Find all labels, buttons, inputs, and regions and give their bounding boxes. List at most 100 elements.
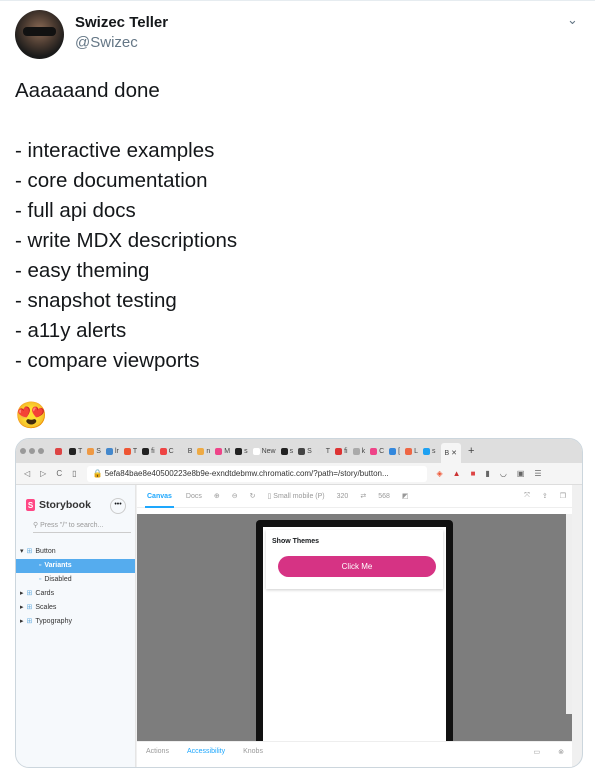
browser-tab[interactable]: [ bbox=[387, 443, 402, 459]
address-bar-row: ◁ ▷ C ▯ 🔒 5efa84bae8e40500223e8b9e-exndt… bbox=[16, 463, 582, 485]
expand-arrow-icon: ▸ bbox=[20, 618, 24, 625]
tab-knobs[interactable]: Knobs bbox=[243, 748, 263, 755]
browser-tab[interactable]: n bbox=[195, 443, 212, 459]
browser-tab[interactable]: T bbox=[67, 443, 84, 459]
reload-icon[interactable]: C bbox=[56, 469, 62, 478]
forward-icon[interactable]: ▷ bbox=[40, 469, 46, 478]
favicon-icon bbox=[389, 447, 397, 455]
viewport-select[interactable]: ▯ Small mobile (P) bbox=[267, 492, 324, 500]
favicon-icon bbox=[55, 447, 62, 455]
tab-accessibility[interactable]: Accessibility bbox=[187, 748, 225, 755]
tree-item[interactable]: ▸ ⊞ Scales bbox=[16, 601, 135, 615]
extension-icon[interactable]: ▲ bbox=[453, 469, 461, 478]
favicon-icon bbox=[197, 447, 205, 455]
browser-tab[interactable]: C bbox=[158, 443, 176, 459]
extension-icon[interactable]: ■ bbox=[471, 469, 476, 478]
device-screen: Show Themes Click Me bbox=[263, 527, 446, 760]
browser-tab[interactable]: s bbox=[421, 443, 438, 459]
author-handle[interactable]: @Swizec bbox=[75, 34, 138, 51]
tree-item[interactable]: ▫ Variants bbox=[16, 559, 135, 573]
fullscreen-icon[interactable]: ⤧ bbox=[524, 492, 530, 500]
browser-tab[interactable]: M bbox=[213, 443, 232, 459]
favicon-icon bbox=[69, 447, 76, 455]
favicon-icon bbox=[405, 447, 413, 455]
background-icon[interactable]: ◩ bbox=[402, 492, 409, 500]
viewport-height[interactable]: 568 bbox=[378, 493, 390, 500]
favicon-icon bbox=[352, 447, 360, 455]
theme-card: Show Themes Click Me bbox=[266, 530, 443, 589]
browser-tab[interactable]: s bbox=[233, 443, 250, 459]
storybook-main: Canvas Docs ⊕ ⊖ ↻ ▯ Small mobile (P) 320… bbox=[137, 485, 572, 767]
browser-tab[interactable] bbox=[53, 443, 66, 459]
avatar[interactable] bbox=[15, 10, 64, 59]
browser-tab[interactable]: S bbox=[296, 443, 314, 459]
browser-tab[interactable]: S bbox=[85, 443, 103, 459]
favicon-icon bbox=[215, 447, 223, 455]
tree-item[interactable]: ▾ ⊞ Button bbox=[16, 545, 135, 559]
attached-screenshot[interactable]: T Slr Tfi C Bn Ms New s S Tfi k C[Ls B ✕ + ◁ ▷ C ▯ … bbox=[15, 438, 583, 768]
share-icon[interactable]: ⇪ bbox=[542, 492, 548, 500]
browser-tab[interactable]: k bbox=[351, 443, 368, 459]
device-frame: Show Themes Click Me bbox=[256, 520, 453, 760]
favicon-icon bbox=[105, 447, 113, 455]
close-panel-icon[interactable]: ⊗ bbox=[558, 748, 564, 756]
browser-tab[interactable]: lr bbox=[104, 443, 121, 459]
more-button[interactable]: ••• bbox=[110, 498, 126, 514]
new-tab-button[interactable]: + bbox=[468, 445, 474, 457]
browser-tab[interactable]: s bbox=[279, 443, 296, 459]
bookmark-icon[interactable]: ▯ bbox=[72, 469, 76, 478]
tab-canvas[interactable]: Canvas bbox=[145, 485, 174, 508]
show-themes-label[interactable]: Show Themes bbox=[272, 538, 437, 545]
browser-tab[interactable]: T bbox=[315, 443, 332, 459]
chevron-down-icon[interactable]: ⌄ bbox=[567, 12, 578, 28]
browser-tab[interactable]: fi bbox=[140, 443, 157, 459]
copy-icon[interactable]: ❐ bbox=[560, 492, 566, 500]
zoom-reset-icon[interactable]: ↻ bbox=[250, 492, 256, 500]
component-icon: ⊞ bbox=[26, 548, 33, 555]
tab-actions[interactable]: Actions bbox=[146, 748, 169, 755]
tweet-text: Aaaaaand done - interactive examples - c… bbox=[15, 79, 238, 372]
expand-arrow-icon: ▸ bbox=[20, 604, 24, 611]
brave-shield-icon[interactable]: ◈ bbox=[437, 469, 443, 478]
author-name[interactable]: Swizec Teller bbox=[75, 14, 168, 31]
tab-docs[interactable]: Docs bbox=[186, 493, 202, 500]
active-tab[interactable]: B ✕ bbox=[440, 443, 462, 463]
click-me-button[interactable]: Click Me bbox=[278, 556, 436, 577]
browser-tab[interactable]: New bbox=[251, 443, 278, 459]
storybook-s-icon: S bbox=[26, 499, 35, 511]
browser-tab[interactable]: L bbox=[403, 443, 420, 459]
zoom-out-icon[interactable]: ⊖ bbox=[232, 492, 238, 500]
browser-tab[interactable]: T bbox=[122, 443, 139, 459]
pocket-icon[interactable]: ◡ bbox=[500, 469, 507, 478]
tree-item[interactable]: ▸ ⊞ Typography bbox=[16, 615, 135, 629]
menu-icon[interactable]: ☰ bbox=[534, 469, 541, 478]
favicon-icon bbox=[335, 447, 343, 455]
favicon-icon bbox=[370, 447, 378, 455]
extension-icon[interactable]: ▣ bbox=[517, 469, 525, 478]
storybook-logo[interactable]: S Storybook bbox=[26, 499, 91, 511]
zoom-in-icon[interactable]: ⊕ bbox=[214, 492, 220, 500]
window-minimize-dot bbox=[29, 448, 35, 454]
scrollbar[interactable] bbox=[566, 514, 572, 714]
browser-tab-bar: T Slr Tfi C Bn Ms New s S Tfi k C[Ls B ✕ + bbox=[16, 439, 582, 463]
extension-icon[interactable]: ▮ bbox=[485, 469, 489, 478]
viewport-width[interactable]: 320 bbox=[337, 493, 349, 500]
url-field[interactable]: 🔒 5efa84bae8e40500223e8b9e-exndtdebmw.ch… bbox=[86, 465, 427, 482]
browser-tab[interactable]: B bbox=[177, 443, 195, 459]
back-icon[interactable]: ◁ bbox=[24, 469, 30, 478]
browser-tab[interactable]: C bbox=[368, 443, 386, 459]
tree-item[interactable]: ▸ ⊞ Cards bbox=[16, 587, 135, 601]
favicon-icon bbox=[178, 447, 186, 455]
swap-icon[interactable]: ⇄ bbox=[360, 492, 366, 500]
tree-item[interactable]: ▫ Disabled bbox=[16, 573, 135, 587]
search-input[interactable]: ⚲ Press "/" to search... bbox=[33, 521, 131, 533]
browser-tab[interactable]: fi bbox=[333, 443, 350, 459]
favicon-icon bbox=[87, 447, 95, 455]
divider bbox=[0, 0, 595, 1]
favicon-icon bbox=[252, 447, 260, 455]
favicon-icon bbox=[298, 447, 306, 455]
component-icon: ⊞ bbox=[26, 590, 33, 597]
preview-canvas: Show Themes Click Me bbox=[137, 514, 572, 760]
panel-position-icon[interactable]: ▭ bbox=[534, 748, 541, 756]
favicon-icon bbox=[423, 447, 430, 455]
